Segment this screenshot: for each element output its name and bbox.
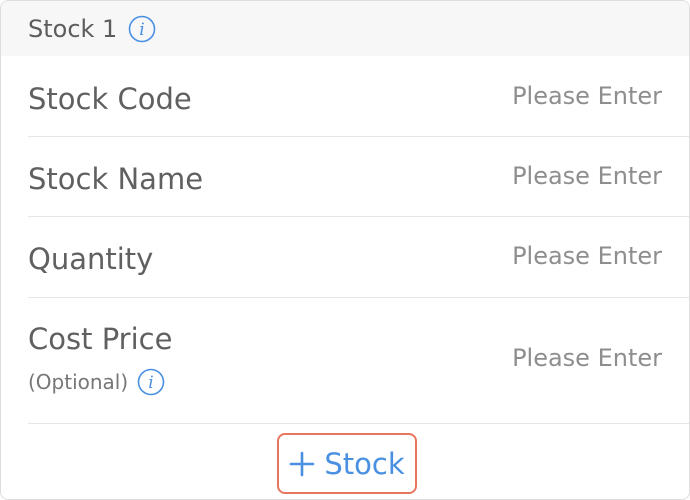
svg-text:i: i: [140, 20, 145, 40]
add-stock-label: Stock: [324, 446, 405, 481]
stock-code-label: Stock Code: [28, 82, 192, 116]
cost-price-label: Cost Price: [28, 322, 173, 356]
stock-name-input[interactable]: Please Enter: [512, 164, 662, 188]
stock-code-input[interactable]: Please Enter: [512, 84, 662, 108]
stock-title: Stock 1: [28, 14, 118, 43]
info-icon[interactable]: i: [137, 368, 165, 396]
info-icon[interactable]: i: [128, 15, 156, 43]
stock-code-row[interactable]: Stock Code Please Enter: [28, 56, 689, 137]
cost-price-row[interactable]: Cost Price (Optional) i Please Enter: [28, 298, 689, 424]
plus-icon: [289, 451, 315, 477]
stock-name-label: Stock Name: [28, 162, 204, 196]
svg-text:i: i: [148, 373, 153, 393]
quantity-row[interactable]: Quantity Please Enter: [28, 217, 689, 298]
cost-price-optional: (Optional) i: [28, 368, 165, 396]
optional-label: (Optional): [28, 370, 129, 394]
add-stock-button[interactable]: Stock: [277, 433, 417, 494]
cost-price-input[interactable]: Please Enter: [512, 346, 662, 370]
stock-card: Stock 1 i Stock Code Please Enter Stock …: [0, 0, 690, 500]
stock-name-row[interactable]: Stock Name Please Enter: [28, 137, 689, 217]
quantity-input[interactable]: Please Enter: [512, 244, 662, 268]
quantity-label: Quantity: [28, 242, 154, 276]
stock-card-header: Stock 1 i: [1, 1, 689, 56]
